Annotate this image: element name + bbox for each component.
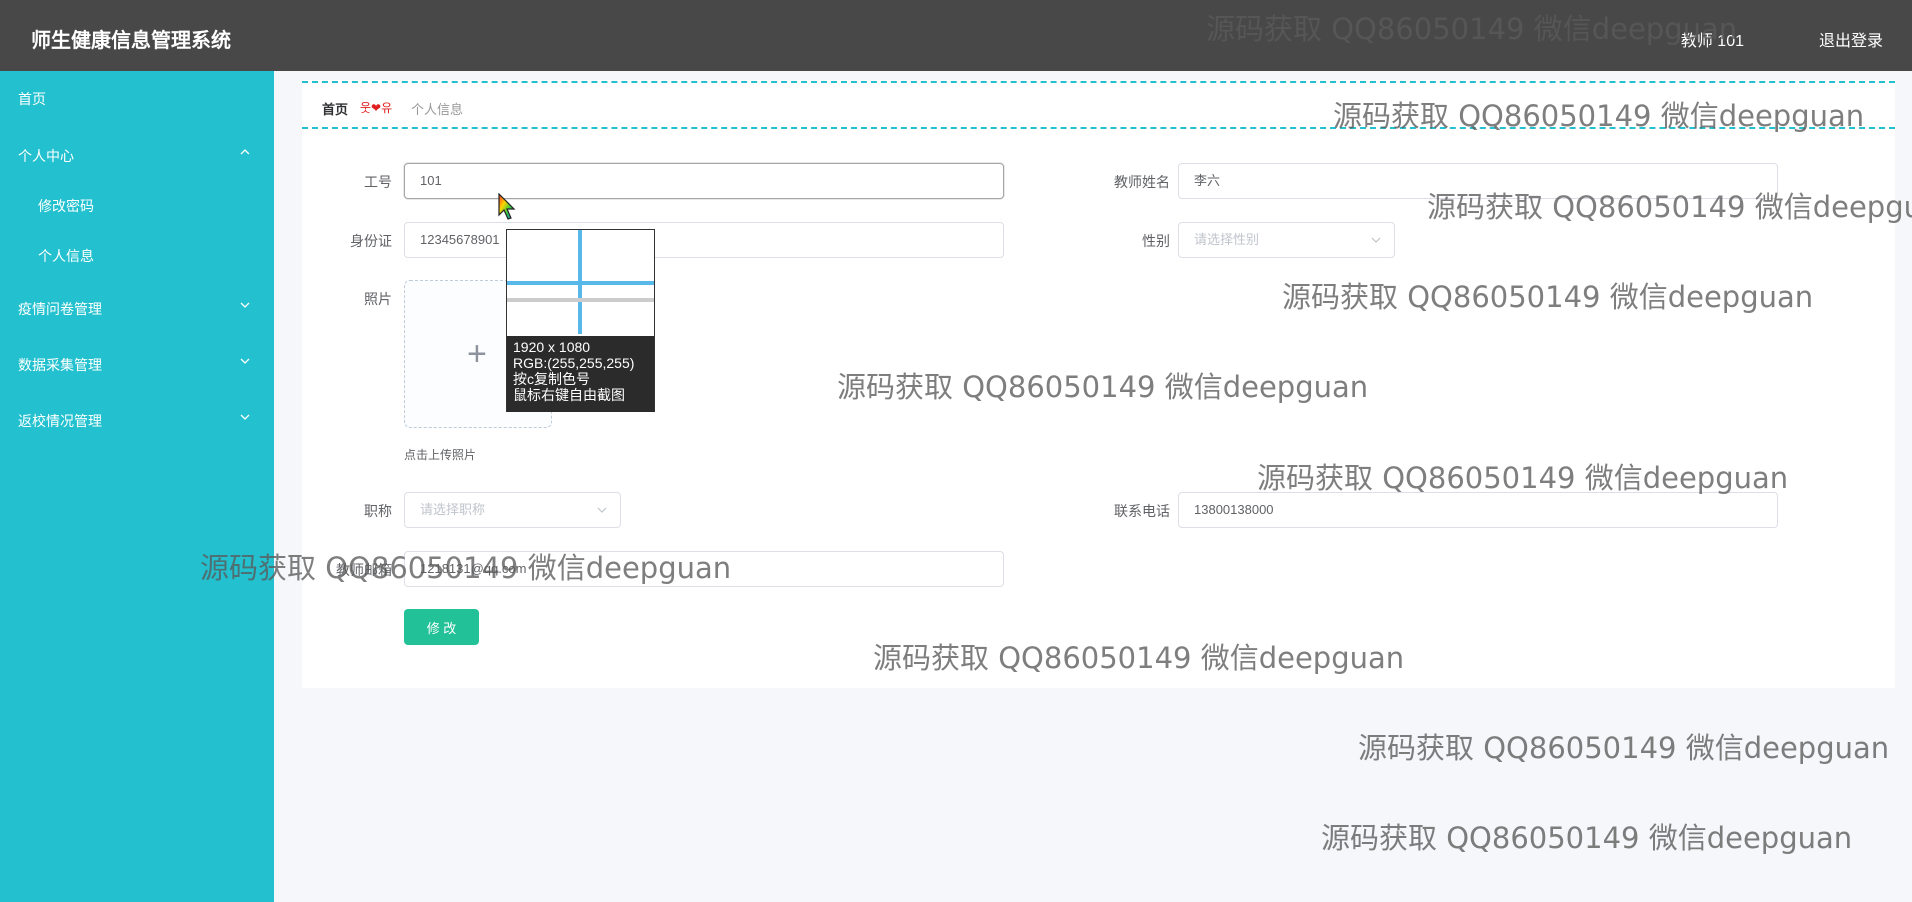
sidebar-item-return-school[interactable]: 返校情况管理 <box>0 393 274 445</box>
chevron-down-icon <box>240 414 250 420</box>
breadcrumb-current: 个人信息 <box>411 102 464 117</box>
submit-button[interactable]: 修 改 <box>404 609 479 645</box>
sidebar-item-label: 疫情问卷管理 <box>18 301 102 317</box>
sidebar-item-label: 首页 <box>18 91 46 107</box>
sidebar-item-home[interactable]: 首页 <box>0 71 274 123</box>
teacher-name-input[interactable]: 李六 <box>1178 163 1778 199</box>
sidebar-item-personal-center[interactable]: 个人中心 <box>0 128 274 180</box>
sidebar-item-data-collection[interactable]: 数据采集管理 <box>0 337 274 389</box>
photo-label: 照片 <box>364 291 392 307</box>
id-card-input[interactable]: 12345678901 <box>404 222 1004 258</box>
sidebar: 首页 个人中心 修改密码 个人信息 疫情问卷管理 数据采集管理 返校情况管理 <box>0 71 274 902</box>
watermark: 源码获取 QQ86050149 微信deepguan <box>1321 821 1853 855</box>
id-card-label: 身份证 <box>350 233 392 249</box>
title-placeholder: 请选择职称 <box>420 502 486 517</box>
sidebar-item-label: 数据采集管理 <box>18 357 102 373</box>
watermark: 源码获取 QQ86050149 微信deepguan <box>1358 731 1890 765</box>
email-label: 教师邮箱 <box>336 562 392 578</box>
teacher-name-label: 教师姓名 <box>1114 174 1170 190</box>
chevron-down-icon <box>240 358 250 364</box>
phone-input[interactable]: 13800138000 <box>1178 492 1778 528</box>
sidebar-item-personal-info[interactable]: 个人信息 <box>0 228 274 280</box>
picker-rgb: RGB:(255,255,255) <box>513 355 635 371</box>
phone-label: 联系电话 <box>1114 503 1170 519</box>
heart-icon: ❤ <box>371 101 382 115</box>
breadcrumb: 首页 웃❤유 个人信息 <box>302 81 1895 129</box>
color-picker-info: 1920 x 1080 RGB:(255,255,255) 按c复制色号 鼠标右… <box>507 336 654 412</box>
picker-copy-hint: 按c复制色号 <box>513 371 590 387</box>
picker-screenshot-hint: 鼠标右键自由截图 <box>513 387 625 403</box>
app-title: 师生健康信息管理系统 <box>31 30 231 52</box>
gender-label: 性别 <box>1142 233 1170 249</box>
sidebar-item-label: 个人信息 <box>38 248 94 264</box>
gender-select[interactable]: 请选择性别 <box>1178 222 1395 258</box>
plus-icon: + <box>467 335 487 373</box>
chevron-down-icon <box>597 507 607 513</box>
title-label: 职称 <box>364 503 392 519</box>
sidebar-item-label: 修改密码 <box>38 198 94 214</box>
color-picker-overlay: 1920 x 1080 RGB:(255,255,255) 按c复制色号 鼠标右… <box>506 229 655 412</box>
sidebar-item-label: 个人中心 <box>18 148 74 164</box>
top-bar: 师生健康信息管理系统 教师 101 退出登录 <box>0 0 1912 71</box>
chevron-up-icon <box>240 149 250 155</box>
user-label: 教师 101 <box>1680 33 1744 50</box>
title-select[interactable]: 请选择职称 <box>404 492 621 528</box>
job-id-label: 工号 <box>364 174 392 190</box>
sidebar-item-label: 返校情况管理 <box>18 413 102 429</box>
job-id-input[interactable]: 101 <box>404 163 1004 199</box>
breadcrumb-home[interactable]: 首页 <box>322 99 348 118</box>
upload-hint: 点击上传照片 <box>404 448 477 462</box>
sidebar-item-epidemic-survey[interactable]: 疫情问卷管理 <box>0 281 274 333</box>
gender-placeholder: 请选择性别 <box>1194 232 1260 247</box>
logout-link[interactable]: 退出登录 <box>1819 27 1883 51</box>
breadcrumb-separator: 웃❤유 <box>360 101 393 115</box>
sidebar-item-change-password[interactable]: 修改密码 <box>0 178 274 230</box>
mouse-cursor-icon <box>498 193 516 220</box>
chevron-down-icon <box>240 302 250 308</box>
picker-size: 1920 x 1080 <box>513 339 591 355</box>
email-input[interactable]: 1218131@qq.com <box>404 551 1004 587</box>
chevron-down-icon <box>1371 237 1381 243</box>
